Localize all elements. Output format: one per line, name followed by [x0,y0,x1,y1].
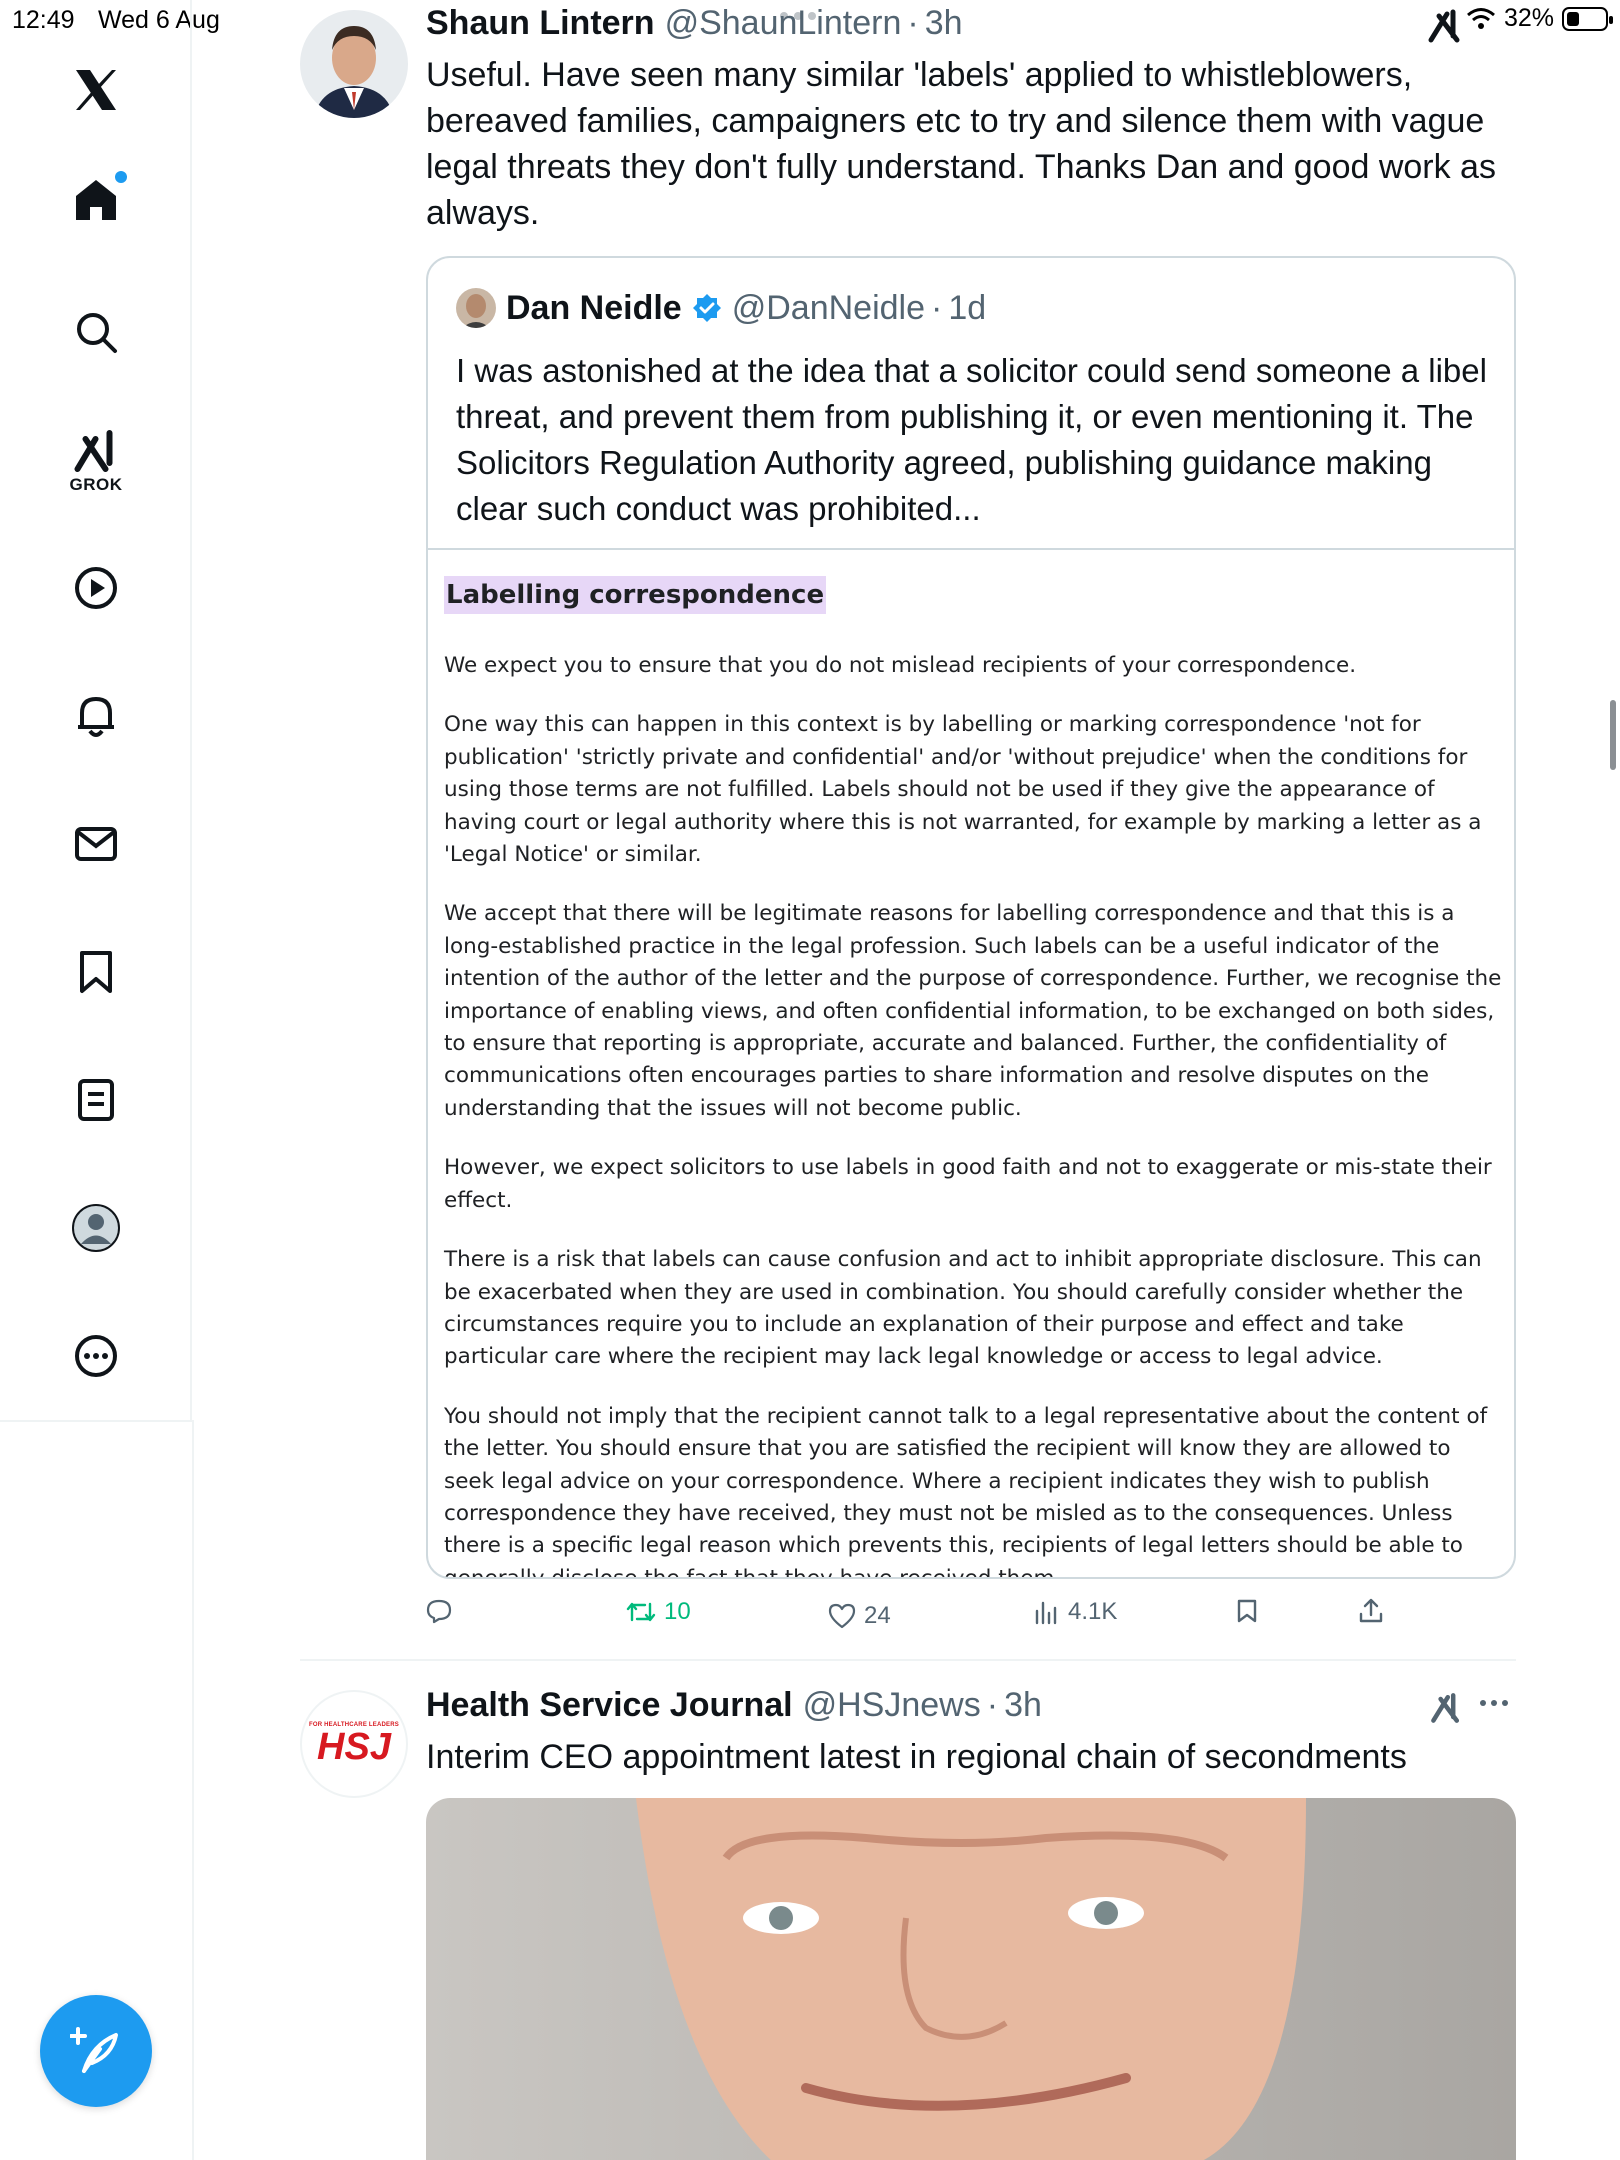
play-icon [75,567,117,609]
doc-paragraph: One way this can happen in this context … [444,712,1482,868]
reply-button[interactable] [426,1598,460,1624]
view-count: 4.1K [1068,1598,1118,1625]
share-button[interactable] [1358,1598,1384,1624]
feather-plus-icon [70,2027,118,2073]
sidebar-item-messages[interactable] [74,826,118,862]
quote-text: I was astonished at the idea that a soli… [456,352,1487,527]
more-circle-icon [75,1335,117,1377]
tweet-text: Useful. Have seen many similar 'labels' … [426,56,1496,232]
grok-label: GROK [69,475,123,494]
more-options-icon[interactable] [1480,1700,1508,1706]
views-button[interactable]: 4.1K [1034,1598,1117,1626]
bell-icon [78,697,114,737]
author-name[interactable]: Health Service Journal [426,1686,793,1725]
avatar[interactable]: FOR HEALTHCARE LEADERS HSJ [300,1690,408,1798]
doc-paragraph: There is a risk that labels can cause co… [444,1247,1482,1370]
separator: · [907,4,919,42]
share-icon [1359,1598,1383,1623]
timestamp[interactable]: 3h [1004,1686,1042,1725]
mail-icon [75,827,117,861]
like-button[interactable]: 24 [828,1602,891,1630]
bookmark-icon [80,951,112,993]
like-count: 24 [864,1602,891,1629]
timestamp[interactable]: 3h [925,4,963,43]
compose-button[interactable] [40,1995,152,2107]
scrollbar[interactable] [1610,700,1616,770]
analytics-icon [1035,1601,1057,1625]
sidebar-item-bookmarks[interactable] [78,949,114,995]
x-logo-icon[interactable] [72,66,120,114]
reply-icon [426,1599,452,1624]
quote-header: Dan Neidle @DanNeidle · 1d [456,288,986,328]
sidebar-item-grok[interactable]: GROK [70,429,123,495]
divider [428,548,1514,550]
tweet-photo[interactable] [426,1798,1516,2160]
document-image[interactable]: Labelling correspondence We expect you t… [444,568,1504,1579]
sidebar-item-more[interactable] [73,1333,119,1379]
sidebar-item-video[interactable] [73,565,119,611]
sidebar-item-notifications[interactable] [74,693,118,739]
quote-timestamp: 1d [948,288,987,327]
retweet-button[interactable]: 10 [626,1598,691,1626]
bookmark-button[interactable] [1236,1598,1258,1624]
doc-paragraph: You should not imply that the recipient … [444,1403,1488,1579]
grok-icon[interactable] [1428,1690,1464,1731]
profile-avatar-icon [72,1204,120,1252]
sidebar-item-home[interactable] [73,171,127,223]
doc-paragraph: However, we expect solicitors to use lab… [444,1155,1492,1213]
sidebar-item-search[interactable] [74,310,118,354]
author-handle[interactable]: @HSJnews [803,1686,981,1725]
battery-icon [1562,6,1613,31]
quote-author-name: Dan Neidle [506,288,682,327]
grok-icon[interactable] [1425,6,1465,51]
sidebar-item-lists[interactable] [77,1078,115,1122]
bookmark-icon [1237,1599,1257,1623]
search-icon [77,313,117,353]
tweet-divider [300,1659,1516,1661]
separator: · [986,1686,999,1724]
author-name[interactable]: Shaun Lintern [426,4,655,43]
notification-dot [115,171,127,183]
retweet-icon [626,1602,656,1622]
retweet-count: 10 [664,1598,691,1625]
sidebar-divider [192,1420,194,2160]
avatar-logo-text: HSJ [317,1726,391,1768]
heart-icon [828,1603,856,1629]
doc-title: Labelling correspondence [444,576,827,614]
tweet-actions: 10 24 4.1K [426,1598,1516,1638]
quote-author-handle: @DanNeidle [731,288,925,327]
verified-badge-icon [692,293,722,323]
grok-icon [74,430,112,472]
avatar[interactable] [300,10,408,118]
author-handle[interactable]: @ShaunLintern [665,4,902,43]
tweet-text: Interim CEO appointment latest in region… [426,1738,1407,1776]
status-indicators: 32% [1466,4,1613,33]
tweet-header: Shaun Lintern @ShaunLintern · 3h [426,4,963,43]
battery-percent: 32% [1503,4,1554,32]
list-icon [78,1079,114,1121]
quote-avatar [456,288,496,328]
separator: · [931,288,943,327]
tweet-header: Health Service Journal @HSJnews · 3h [426,1686,1042,1725]
doc-paragraph: We accept that there will be legitimate … [444,901,1502,1121]
sidebar-item-profile[interactable] [71,1203,121,1253]
quoted-tweet[interactable]: Dan Neidle @DanNeidle · 1d I was astonis… [426,256,1516,1579]
doc-paragraph: We expect you to ensure that you do not … [444,653,1357,678]
wifi-icon [1466,7,1495,29]
home-icon [76,180,116,220]
